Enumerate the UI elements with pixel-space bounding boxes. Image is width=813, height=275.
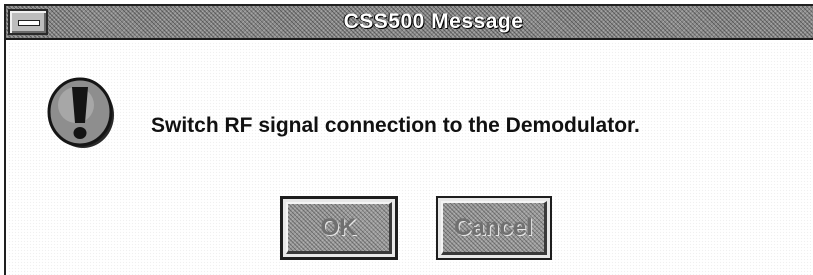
dialog-body — [8, 42, 813, 275]
window-title: CSS500 Message — [343, 10, 524, 33]
cancel-button[interactable]: Cancel — [436, 196, 552, 260]
ok-button[interactable]: OK — [280, 196, 398, 260]
title-bar[interactable]: CSS500 Message — [6, 6, 813, 40]
ok-button-label: OK — [286, 202, 392, 254]
system-menu-icon — [18, 20, 40, 26]
system-menu-button[interactable] — [8, 9, 48, 35]
exclamation-icon — [45, 75, 117, 151]
message-text: Switch RF signal connection to the Demod… — [151, 114, 640, 137]
cancel-button-label: Cancel — [441, 201, 547, 255]
